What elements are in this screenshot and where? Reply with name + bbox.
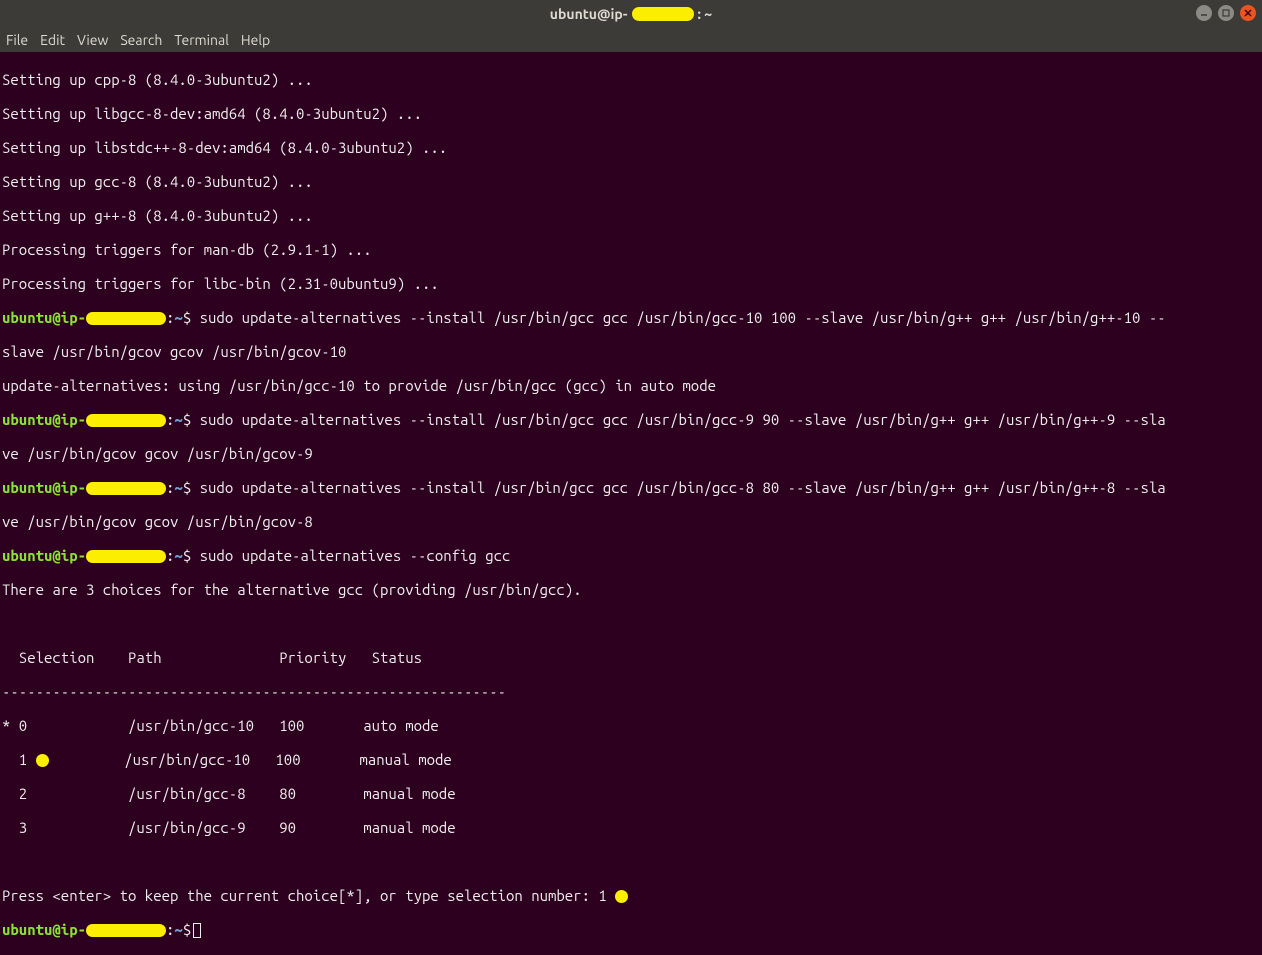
output-line: Setting up cpp-8 (8.4.0-3ubuntu2) ...: [2, 71, 1258, 88]
maximize-icon: [1222, 9, 1230, 17]
redaction-highlight: [86, 312, 166, 325]
row-prefix: 1: [2, 751, 36, 768]
prompt-user: ubuntu@ip-: [2, 411, 86, 428]
output-line: Processing triggers for man-db (2.9.1-1)…: [2, 241, 1258, 258]
blank-line: [2, 853, 1258, 870]
prompt-dollar: $: [183, 479, 191, 496]
prompt-colon: :: [166, 547, 174, 564]
cursor-icon: [193, 923, 201, 938]
command-wrap: slave /usr/bin/gcov gcov /usr/bin/gcov-1…: [2, 343, 1258, 360]
blank-line: [2, 615, 1258, 632]
prompt-user: ubuntu@ip-: [2, 547, 86, 564]
output-line: Setting up libgcc-8-dev:amd64 (8.4.0-3ub…: [2, 105, 1258, 122]
window-titlebar: ubuntu@ip- : ~: [0, 0, 1262, 28]
output-line: Setting up gcc-8 (8.4.0-3ubuntu2) ...: [2, 173, 1258, 190]
prompt-line: ubuntu@ip-:~$ sudo update-alternatives -…: [2, 309, 1258, 326]
prompt-path: ~: [174, 411, 182, 428]
prompt-line: ubuntu@ip-:~$: [2, 921, 1258, 938]
prompt-path: ~: [174, 547, 182, 564]
menu-help[interactable]: Help: [241, 32, 270, 48]
menu-file[interactable]: File: [6, 32, 28, 48]
terminal[interactable]: Setting up cpp-8 (8.4.0-3ubuntu2) ... Se…: [0, 52, 1262, 955]
table-row: 3 /usr/bin/gcc-9 90 manual mode: [2, 819, 1258, 836]
table-row: 2 /usr/bin/gcc-8 80 manual mode: [2, 785, 1258, 802]
table-row: * 0 /usr/bin/gcc-10 100 auto mode: [2, 717, 1258, 734]
redaction-highlight: [86, 414, 166, 427]
window-controls: [1196, 5, 1256, 21]
menu-view[interactable]: View: [77, 32, 108, 48]
maximize-button[interactable]: [1218, 5, 1234, 21]
input-prompt-line: Press <enter> to keep the current choice…: [2, 887, 1258, 904]
prompt-line: ubuntu@ip-:~$ sudo update-alternatives -…: [2, 547, 1258, 564]
minimize-button[interactable]: [1196, 5, 1212, 21]
redaction-highlight: [86, 482, 166, 495]
window-title: ubuntu@ip- : ~: [550, 6, 712, 22]
table-rule: ----------------------------------------…: [2, 683, 1258, 700]
command-text: sudo update-alternatives --install /usr/…: [191, 479, 1165, 496]
command-wrap: ve /usr/bin/gcov gcov /usr/bin/gcov-9: [2, 445, 1258, 462]
prompt-colon: :: [166, 921, 174, 938]
row-suffix: /usr/bin/gcc-10 100 manual mode: [49, 751, 452, 768]
prompt-path: ~: [174, 309, 182, 326]
command-text: sudo update-alternatives --install /usr/…: [191, 309, 1165, 326]
prompt-line: ubuntu@ip-:~$ sudo update-alternatives -…: [2, 479, 1258, 496]
prompt-user: ubuntu@ip-: [2, 921, 86, 938]
prompt-path: ~: [174, 921, 182, 938]
output-line: update-alternatives: using /usr/bin/gcc-…: [2, 377, 1258, 394]
redaction-highlight: [86, 924, 166, 937]
menu-edit[interactable]: Edit: [40, 32, 65, 48]
redaction-highlight: [36, 754, 49, 767]
table-header: Selection Path Priority Status: [2, 649, 1258, 666]
output-line: Processing triggers for libc-bin (2.31-0…: [2, 275, 1258, 292]
output-line: Setting up libstdc++-8-dev:amd64 (8.4.0-…: [2, 139, 1258, 156]
redaction-highlight: [86, 550, 166, 563]
prompt-dollar: $: [183, 921, 191, 938]
table-row: 1 /usr/bin/gcc-10 100 manual mode: [2, 751, 1258, 768]
output-line: There are 3 choices for the alternative …: [2, 581, 1258, 598]
command-wrap: ve /usr/bin/gcov gcov /usr/bin/gcov-8: [2, 513, 1258, 530]
command-text: sudo update-alternatives --config gcc: [191, 547, 510, 564]
prompt-dollar: $: [183, 547, 191, 564]
close-button[interactable]: [1240, 5, 1256, 21]
close-icon: [1244, 9, 1252, 17]
prompt-user: ubuntu@ip-: [2, 479, 86, 496]
redaction-highlight: [632, 7, 694, 21]
menu-terminal[interactable]: Terminal: [174, 32, 229, 48]
press-enter-text: Press <enter> to keep the current choice…: [2, 887, 615, 904]
title-suffix: : ~: [698, 6, 713, 22]
redaction-highlight: [615, 890, 628, 903]
prompt-path: ~: [174, 479, 182, 496]
title-prefix: ubuntu@ip-: [550, 6, 628, 22]
prompt-dollar: $: [183, 411, 191, 428]
prompt-user: ubuntu@ip-: [2, 309, 86, 326]
prompt-dollar: $: [183, 309, 191, 326]
menu-search[interactable]: Search: [120, 32, 162, 48]
menubar: File Edit View Search Terminal Help: [0, 28, 1262, 52]
output-line: Setting up g++-8 (8.4.0-3ubuntu2) ...: [2, 207, 1258, 224]
minimize-icon: [1200, 9, 1208, 17]
command-text: sudo update-alternatives --install /usr/…: [191, 411, 1165, 428]
prompt-line: ubuntu@ip-:~$ sudo update-alternatives -…: [2, 411, 1258, 428]
